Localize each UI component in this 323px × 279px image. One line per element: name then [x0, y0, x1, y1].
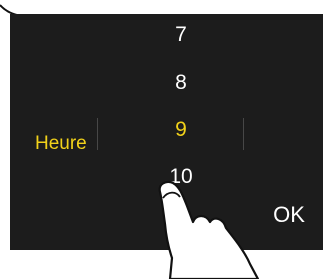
right-divider — [243, 118, 244, 150]
hour-option-10[interactable]: 10 — [155, 164, 207, 190]
hour-option-11-partial[interactable]: 1 — [155, 217, 207, 241]
hour-option-9-selected[interactable]: 9 — [155, 117, 207, 143]
screenshot-frame: Heure 7 8 9 10 1 OK — [0, 0, 323, 279]
ok-button[interactable]: OK — [266, 200, 312, 230]
hour-option-8[interactable]: 8 — [155, 70, 207, 96]
time-picker-screen: Heure 7 8 9 10 1 OK — [10, 14, 323, 250]
hour-option-7[interactable]: 7 — [155, 22, 207, 48]
hour-label: Heure — [35, 133, 87, 154]
left-divider — [97, 118, 98, 150]
